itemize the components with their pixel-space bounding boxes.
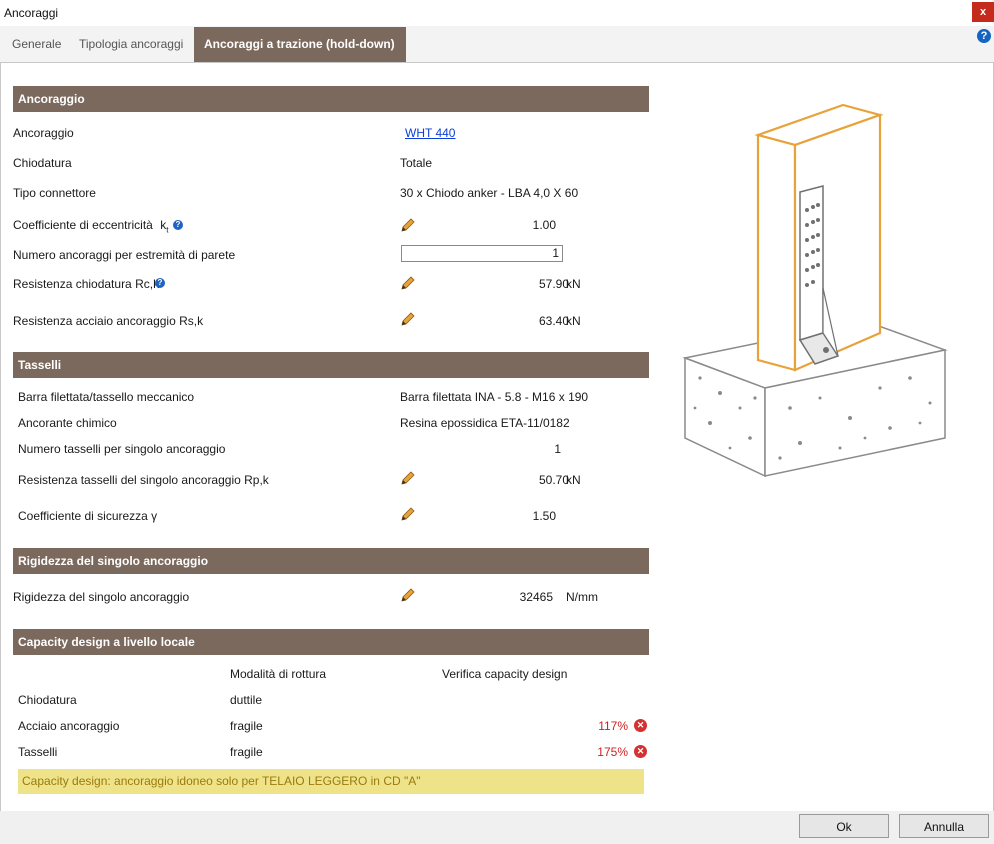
chimico-label: Ancorante chimico [18,416,117,430]
rsk-unit: kN [566,314,581,328]
pencil-icon[interactable] [399,274,417,292]
error-icon: ✕ [634,719,647,732]
tab-generale[interactable]: Generale [2,27,71,62]
rsk-label: Resistenza acciaio ancoraggio Rs,k [13,314,204,328]
rsk-value: 63.40 [538,314,569,328]
chiodatura-value: Totale [400,156,433,170]
chiodatura-label: Chiodatura [13,156,72,170]
eccentricita-value: 1.00 [532,218,556,232]
capacity-row-label: Tasselli [18,745,58,759]
eccentricita-subscript: t [166,225,169,235]
capacity-row-modalita: duttile [230,693,263,707]
capacity-row-modalita: fragile [230,719,263,733]
window-title: Ancoraggi [4,6,59,20]
eccentricita-label: Coefficiente di eccentricità kt [13,218,168,234]
capacity-row-modalita: fragile [230,745,263,759]
ok-button[interactable]: Ok [799,814,889,838]
title-bar [0,0,994,26]
capacity-warning: Capacity design: ancoraggio idoneo solo … [18,769,644,794]
chimico-value: Resina epossidica ETA-11/0182 [400,416,570,430]
cancel-button[interactable]: Annulla [899,814,989,838]
ancoraggio-label: Ancoraggio [13,126,74,140]
section-header-capacity: Capacity design a livello locale [13,629,649,655]
connettore-label: Tipo connettore [13,186,96,200]
sicurezza-label: Coefficiente di sicurezza γ [18,509,158,523]
column-header-verifica: Verifica capacity design [442,667,568,681]
rck-label: Resistenza chiodatura Rc,k [13,277,160,291]
rpk-label: Resistenza tasselli del singolo ancoragg… [18,473,269,487]
error-icon: ✕ [634,745,647,758]
rpk-unit: kN [566,473,581,487]
pencil-icon[interactable] [399,216,417,234]
section-header-rigidezza: Rigidezza del singolo ancoraggio [13,548,649,574]
section-header-tasselli: Tasselli [13,352,649,378]
barra-label: Barra filettata/tassello meccanico [18,390,195,404]
info-icon[interactable]: ? [155,278,165,288]
eccentricita-label-text: Coefficiente di eccentricità [13,218,153,232]
numero-ancoraggi-label: Numero ancoraggi per estremità di parete [13,248,236,262]
pencil-icon[interactable] [399,310,417,328]
sicurezza-value: 1.50 [532,509,556,523]
ancoraggio-link[interactable]: WHT 440 [405,126,455,140]
hold-down-illustration [682,103,948,478]
section-header-ancoraggio: Ancoraggio [13,86,649,112]
capacity-row-verifica: 117% [598,719,628,733]
numero-tasselli-label: Numero tasselli per singolo ancoraggio [18,442,226,456]
numero-tasselli-value: 1 [554,442,561,456]
capacity-row-label: Chiodatura [18,693,77,707]
pencil-icon[interactable] [399,505,417,523]
info-icon[interactable]: ? [173,220,183,230]
numero-ancoraggi-input[interactable]: 1 [401,245,563,262]
tab-ancoraggi-trazione[interactable]: Ancoraggi a trazione (hold-down) [194,27,406,62]
capacity-row-label: Acciaio ancoraggio [18,719,120,733]
close-button[interactable]: x [972,2,994,22]
help-icon[interactable]: ? [977,29,991,43]
capacity-row-verifica: 175% [597,745,628,759]
pencil-icon[interactable] [399,586,417,604]
connettore-value: 30 x Chiodo anker - LBA 4,0 X 60 [400,186,579,200]
pencil-icon[interactable] [399,469,417,487]
barra-value: Barra filettata INA - 5.8 - M16 x 190 [400,390,589,404]
rigidezza-value: 32465 [519,590,553,604]
rck-value: 57.90 [538,277,569,291]
rigidezza-unit: N/mm [566,590,598,604]
rigidezza-label: Rigidezza del singolo ancoraggio [13,590,190,604]
rpk-value: 50.70 [538,473,569,487]
tab-tipologia-ancoraggi[interactable]: Tipologia ancoraggi [69,27,193,62]
column-header-modalita: Modalità di rottura [230,667,327,681]
rck-unit: kN [566,277,581,291]
